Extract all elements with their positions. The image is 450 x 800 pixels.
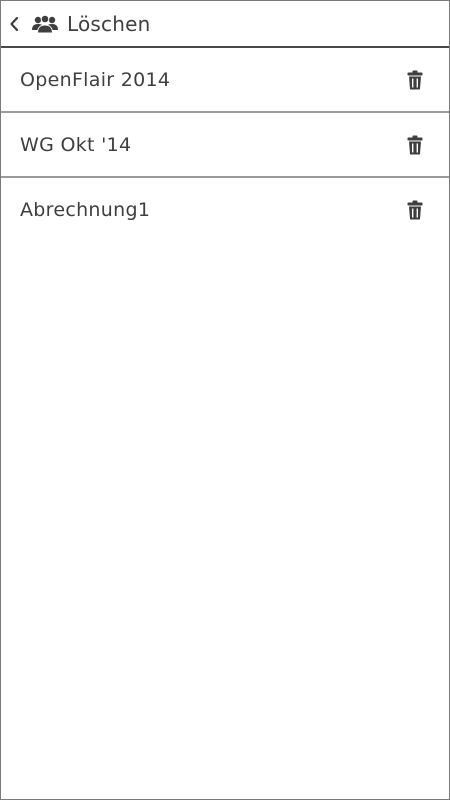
delete-button[interactable] xyxy=(400,65,430,95)
list-item[interactable]: OpenFlair 2014 xyxy=(1,48,449,113)
list-item-label: OpenFlair 2014 xyxy=(20,68,171,91)
list-item[interactable]: Abrechnung1 xyxy=(1,178,449,241)
header-bar: Löschen xyxy=(1,1,449,48)
list-item-label: WG Okt '14 xyxy=(20,133,132,156)
list-item-label: Abrechnung1 xyxy=(20,198,151,221)
page-title: Löschen xyxy=(67,11,151,36)
list-item[interactable]: WG Okt '14 xyxy=(1,113,449,178)
group-list: OpenFlair 2014 WG Okt '14 Abrechnung1 xyxy=(1,48,449,241)
app-frame: Löschen OpenFlair 2014 WG Okt '14 Abrech… xyxy=(0,0,450,800)
chevron-left-icon xyxy=(10,16,19,31)
delete-button[interactable] xyxy=(400,130,430,160)
trash-icon xyxy=(407,135,423,154)
group-icon xyxy=(31,13,59,35)
trash-icon xyxy=(407,70,423,89)
trash-icon xyxy=(407,200,423,219)
back-button[interactable] xyxy=(3,1,25,46)
delete-button[interactable] xyxy=(400,195,430,225)
